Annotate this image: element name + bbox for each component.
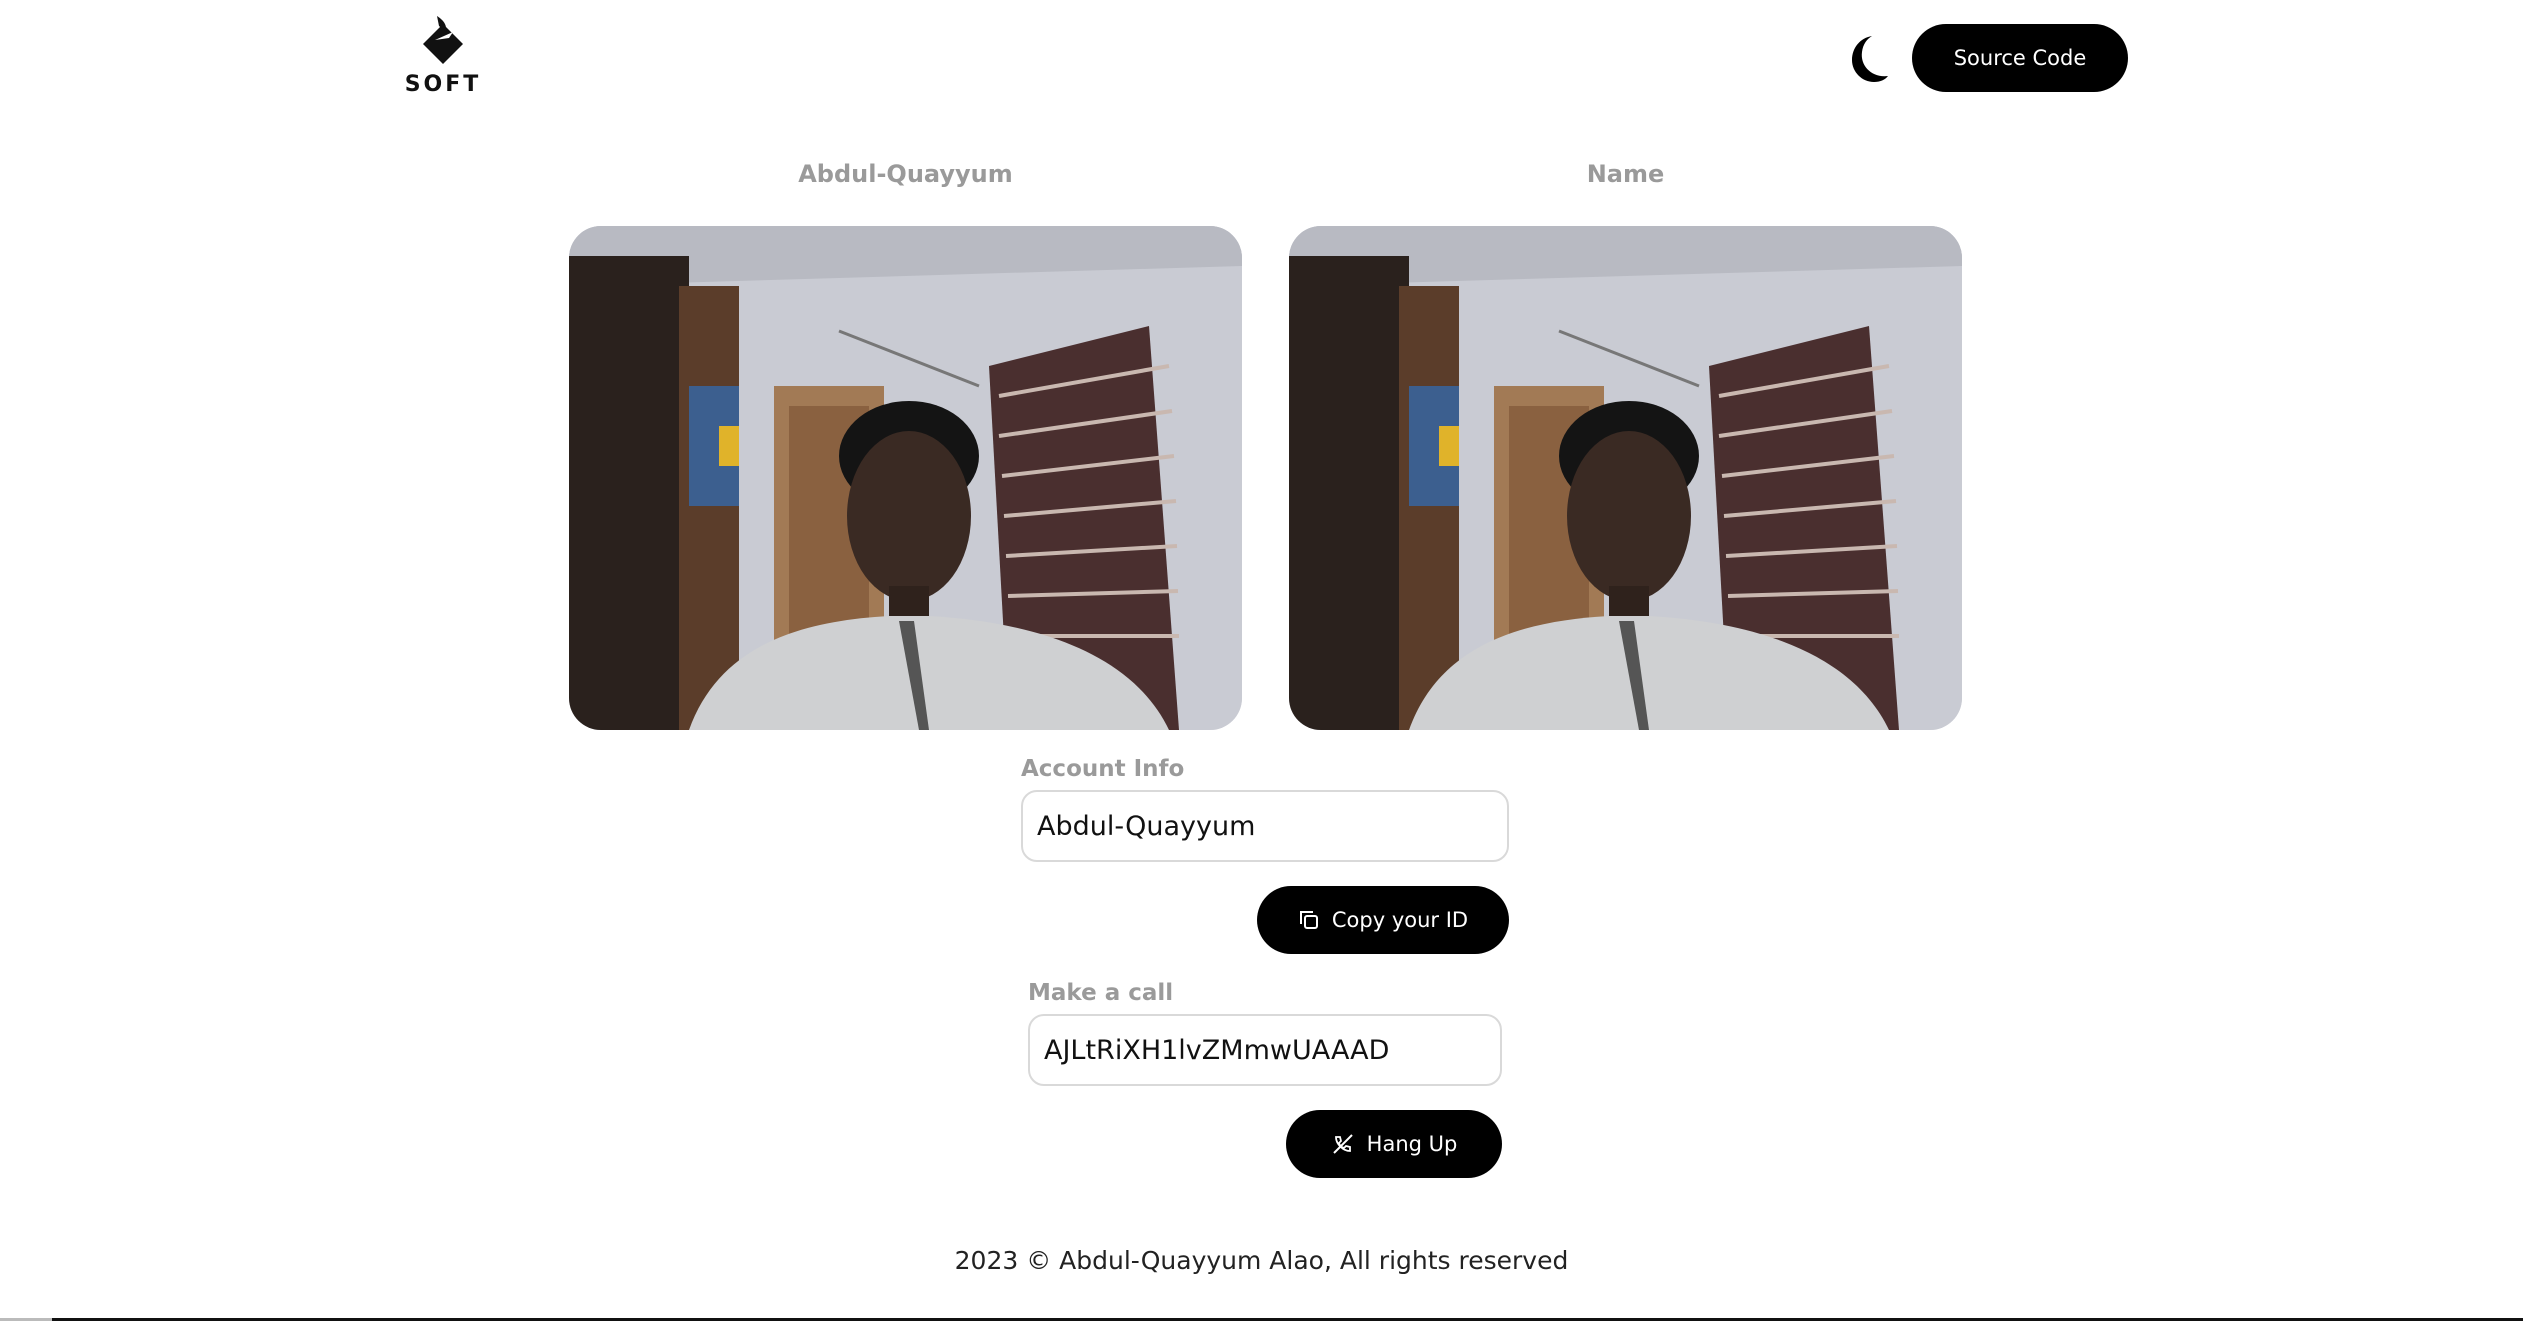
footer-copyright: 2023 © Abdul-Quayyum Alao, All rights re… [954, 1246, 1569, 1275]
account-name-input[interactable] [1021, 790, 1509, 862]
source-code-button[interactable]: Source Code [1912, 24, 2128, 92]
hang-up-label: Hang Up [1366, 1132, 1458, 1156]
copy-id-button[interactable]: Copy your ID [1257, 886, 1509, 954]
logo-text: SOFT [404, 72, 482, 97]
app-page: SOFT Source Code Abdul-Quayyum Name Acco… [0, 0, 2523, 1321]
theme-toggle-button[interactable] [1838, 30, 1894, 86]
copy-id-label: Copy your ID [1331, 908, 1469, 932]
account-info-label: Account Info [1021, 756, 1185, 782]
logo-mark-icon [423, 16, 463, 64]
webcam-feed-image [1289, 226, 1962, 730]
remote-video [1289, 226, 1962, 730]
phone-hangup-icon [1332, 1134, 1353, 1154]
local-video-label: Abdul-Quayyum [798, 160, 1013, 188]
moon-icon [1852, 36, 1888, 82]
remote-video-label: Name [1586, 160, 1665, 188]
call-id-input[interactable] [1028, 1014, 1502, 1086]
make-call-label: Make a call [1028, 980, 1174, 1006]
copy-icon [1299, 911, 1318, 929]
hang-up-button[interactable]: Hang Up [1286, 1110, 1502, 1178]
logo[interactable]: SOFT [398, 14, 488, 104]
webcam-feed-image [569, 226, 1242, 730]
local-video [569, 226, 1242, 730]
